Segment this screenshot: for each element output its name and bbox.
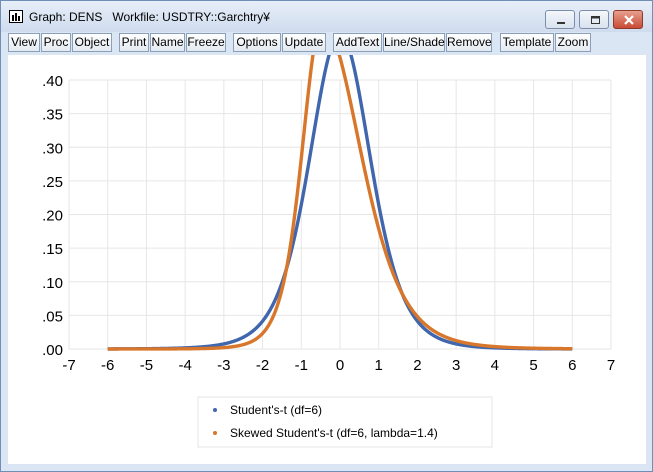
graph-toolbar: View Proc Object Print Name Freeze Optio… [8, 33, 646, 53]
x-tick-label: 2 [413, 357, 421, 374]
x-tick-label: 5 [529, 357, 537, 374]
close-button[interactable] [613, 10, 643, 29]
title-bar[interactable]: Graph: DENS Workfile: USDTRY::Garchtry¥ [1, 1, 652, 32]
x-tick-label: -5 [140, 357, 153, 374]
legend: Student's-t (df=6) Skewed Student's-t (d… [197, 396, 493, 448]
object-button[interactable]: Object [72, 33, 112, 52]
lineshade-button[interactable]: Line/Shade [383, 33, 445, 52]
close-icon [624, 15, 634, 25]
y-tick-label: .20 [42, 208, 63, 225]
maximize-button[interactable] [579, 10, 609, 29]
x-tick-label: 0 [336, 357, 344, 374]
y-tick-label: .35 [42, 107, 63, 124]
x-tick-label: -6 [101, 357, 114, 374]
remove-button[interactable]: Remove [446, 33, 492, 52]
zoom-button[interactable]: Zoom [555, 33, 591, 52]
legend-label-skewed-t: Skewed Student's-t (df=6, lambda=1.4) [230, 426, 438, 440]
view-button[interactable]: View [8, 33, 40, 52]
addtext-button[interactable]: AddText [333, 33, 382, 52]
density-chart: .00 .05 .10 .15 .20 .25 .30 .35 .40 -7 -6 -5 -4 -3 -2… [42, 19, 615, 448]
template-button[interactable]: Template [500, 33, 554, 52]
minimize-button[interactable] [545, 10, 575, 29]
options-button[interactable]: Options [233, 33, 281, 52]
x-tick-label: 3 [452, 357, 460, 374]
legend-marker-skewed-t [213, 431, 217, 435]
restore-icon [591, 16, 600, 24]
print-button[interactable]: Print [119, 33, 149, 52]
x-tick-label: -4 [178, 357, 191, 374]
y-tick-label: .10 [42, 275, 63, 292]
y-tick-label: .25 [42, 174, 63, 191]
graph-app-icon [9, 10, 23, 23]
name-button[interactable]: Name [150, 33, 185, 52]
proc-button[interactable]: Proc [41, 33, 71, 52]
x-tick-label: -2 [256, 357, 269, 374]
x-tick-label: -3 [217, 357, 230, 374]
freeze-button[interactable]: Freeze [186, 33, 226, 52]
y-tick-label: .15 [42, 241, 63, 258]
y-axis-labels: .00 .05 .10 .15 .20 .25 .30 .35 .40 [42, 73, 63, 359]
graph-window: Graph: DENS Workfile: USDTRY::Garchtry¥ … [0, 0, 653, 472]
y-tick-label: .40 [42, 73, 63, 90]
y-tick-label: .30 [42, 140, 63, 157]
grid-lines [68, 79, 612, 350]
x-tick-label: 1 [375, 357, 383, 374]
graph-area[interactable]: .00 .05 .10 .15 .20 .25 .30 .35 .40 -7 -6 -5 -4 -3 -2… [8, 19, 646, 464]
x-tick-label: 6 [568, 357, 576, 374]
y-tick-label: .00 [42, 342, 63, 359]
minimize-icon [557, 22, 565, 24]
x-tick-label: -1 [295, 357, 308, 374]
window-title: Graph: DENS Workfile: USDTRY::Garchtry¥ [29, 10, 270, 24]
x-tick-label: 7 [607, 357, 615, 374]
legend-marker-student-t [213, 408, 217, 412]
x-axis-labels: -7 -6 -5 -4 -3 -2 -1 0 1 2 3 4 5 6 7 [62, 357, 615, 374]
update-button[interactable]: Update [282, 33, 326, 52]
legend-label-student-t: Student's-t (df=6) [230, 403, 322, 417]
y-tick-label: .05 [42, 308, 63, 325]
x-tick-label: 4 [491, 357, 499, 374]
x-tick-label: -7 [62, 357, 75, 374]
